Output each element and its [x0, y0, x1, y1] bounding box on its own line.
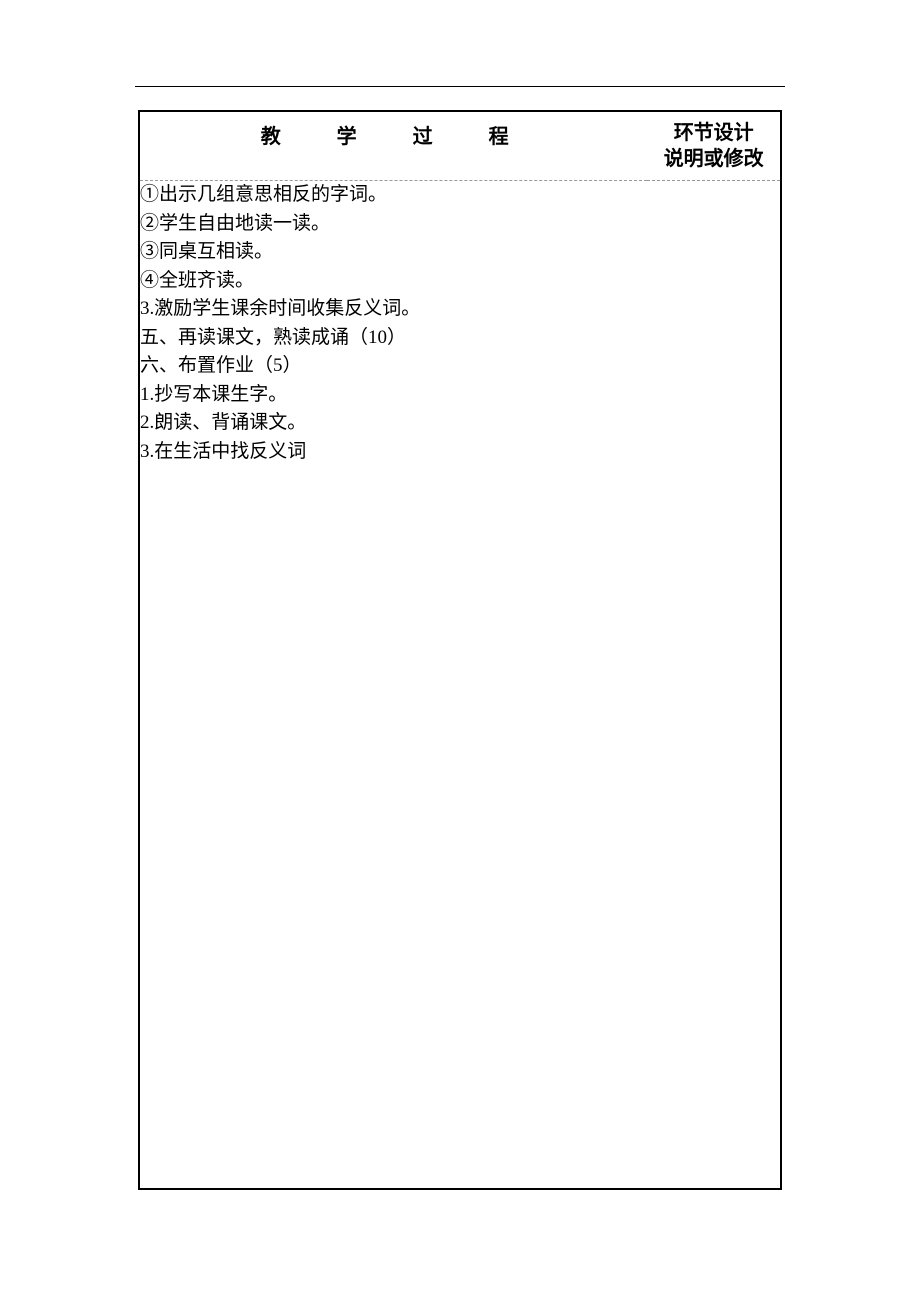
header-process: 教 学 过 程: [139, 111, 647, 181]
page-header-rule: [135, 86, 785, 87]
table-content-row: ①出示几组意思相反的字词。 ②学生自由地读一读。 ③同桌互相读。 ④全班齐读。 …: [139, 181, 781, 1189]
content-line: ①出示几组意思相反的字词。: [140, 181, 647, 210]
content-line: 1.抄写本课生字。: [140, 381, 647, 410]
header-notes-line1: 环节设计: [653, 120, 774, 146]
header-process-label: 教 学 过 程: [261, 126, 527, 148]
content-line: ③同桌互相读。: [140, 238, 647, 267]
process-content: ①出示几组意思相反的字词。 ②学生自由地读一读。 ③同桌互相读。 ④全班齐读。 …: [139, 181, 647, 1189]
content-line: 六、布置作业（5）: [140, 352, 647, 381]
table-header-row: 教 学 过 程 环节设计 说明或修改: [139, 111, 781, 181]
notes-content: [647, 181, 781, 1189]
header-notes: 环节设计 说明或修改: [647, 111, 781, 181]
lesson-plan-table: 教 学 过 程 环节设计 说明或修改 ①出示几组意思相反的字词。 ②学生自由地读…: [138, 110, 782, 1190]
content-line: ④全班齐读。: [140, 267, 647, 296]
content-line: 3.在生活中找反义词: [140, 438, 647, 467]
header-notes-line2: 说明或修改: [653, 146, 774, 172]
content-line: ②学生自由地读一读。: [140, 210, 647, 239]
content-line: 2.朗读、背诵课文。: [140, 409, 647, 438]
content-line: 3.激励学生课余时间收集反义词。: [140, 295, 647, 324]
content-line: 五、再读课文，熟读成诵（10）: [140, 324, 647, 353]
